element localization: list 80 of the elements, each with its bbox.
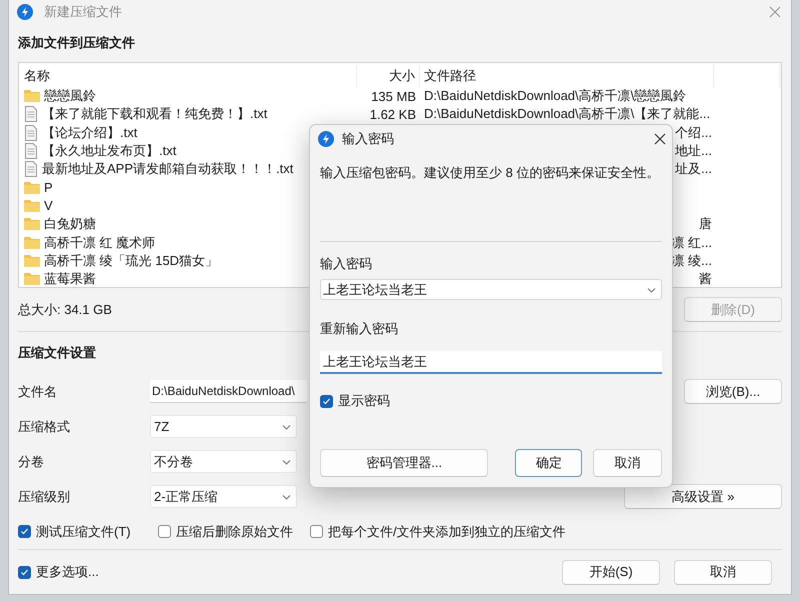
file-name[interactable]: 高桥千凛 红 魔术师 <box>44 234 156 252</box>
name-column-header[interactable]: 名称 <box>24 65 50 87</box>
app-icon <box>17 4 33 20</box>
window-title: 新建压缩文件 <box>44 3 123 21</box>
chevron-icon <box>282 458 291 464</box>
file-name[interactable]: 【论坛介绍】.txt <box>42 124 138 142</box>
file-name[interactable]: 最新地址及APP请发邮箱自动获取！！！.txt <box>42 160 294 178</box>
file-path: D:\BaiduNetdiskDownload\高桥千凛\戀戀風鈴 <box>424 87 686 106</box>
file-icon <box>24 106 38 122</box>
file-path: 酱 <box>699 270 712 287</box>
file-name[interactable]: 【永久地址发布页】.txt <box>42 142 176 160</box>
field-label: 重新输入密码 <box>320 321 398 336</box>
filename-field[interactable]: D:\BaiduNetdiskDownload\ <box>150 380 307 403</box>
folder-icon <box>24 89 40 104</box>
path-column-header[interactable]: 文件路径 <box>424 65 476 87</box>
dialog-description: 输入压缩包密码。建议使用至少 8 位的密码来保证安全性。 <box>320 165 660 180</box>
folder-icon <box>24 236 40 250</box>
browse-button[interactable]: 浏览(B)... <box>684 379 782 404</box>
checkbox[interactable] <box>18 525 31 538</box>
close-icon <box>654 133 666 145</box>
file-size: 1.62 KB <box>370 106 416 122</box>
cancel-button[interactable]: 取消 <box>593 449 662 477</box>
cancel-button[interactable]: 取消 <box>674 560 772 584</box>
password-combo-field[interactable]: 上老王论坛当老王 <box>320 279 662 300</box>
password-manager-button[interactable]: 密码管理器... <box>320 449 488 477</box>
file-path: 个绍... <box>675 124 712 142</box>
file-icon <box>24 143 38 160</box>
folder-icon <box>24 180 40 195</box>
checkbox-label: 显示密码 <box>338 392 390 410</box>
confirm-password-field[interactable]: 上老王论坛当老王 <box>320 351 662 374</box>
file-size: 135 MB <box>371 88 416 104</box>
folder-icon <box>24 272 40 286</box>
chevron-icon <box>647 287 656 293</box>
app-icon <box>318 131 334 147</box>
checkbox-label: 更多选项... <box>36 563 99 581</box>
size-column-header[interactable]: 大小 <box>389 65 415 87</box>
start-button[interactable]: 开始(S) <box>562 560 660 584</box>
close-icon <box>769 6 781 18</box>
checkbox-label: 把每个文件/文件夹添加到独立的压缩文件 <box>328 522 566 540</box>
field-label: 输入密码 <box>320 256 372 271</box>
checkbox[interactable] <box>158 525 171 538</box>
dialog-title: 输入密码 <box>342 130 395 148</box>
folder-icon <box>24 217 40 232</box>
section-heading: 压缩文件设置 <box>18 344 96 362</box>
file-name[interactable]: 蓝莓果酱 <box>44 270 96 287</box>
field-label: 压缩级别 <box>18 488 71 506</box>
check-icon <box>20 527 29 536</box>
ok-button[interactable]: 确定 <box>515 449 582 477</box>
field-label: 文件名 <box>18 382 58 400</box>
checkbox[interactable] <box>320 394 333 408</box>
dropdown[interactable]: 2-正常压缩 <box>150 485 297 508</box>
file-name[interactable]: 戀戀風鈴 <box>44 87 96 106</box>
chevron-icon <box>282 494 291 500</box>
dropdown[interactable]: 不分卷 <box>150 450 297 473</box>
file-icon <box>24 124 38 141</box>
file-path: 址及... <box>675 160 712 178</box>
checkbox-label: 测试压缩文件(T) <box>36 522 131 540</box>
chevron-icon <box>282 424 291 430</box>
file-path: D:\BaiduNetdiskDownload\高桥千凛\【来了就能... <box>424 105 710 124</box>
dropdown[interactable]: 7Z <box>150 415 297 438</box>
file-name[interactable]: 高桥千凛 绫「琉光 15D猫女」 <box>44 252 218 270</box>
checkbox-label: 压缩后删除原始文件 <box>176 522 293 540</box>
file-name[interactable]: V <box>44 198 53 214</box>
check-icon <box>20 568 29 576</box>
file-name[interactable]: 白兔奶糖 <box>44 215 96 234</box>
field-label: 分卷 <box>18 452 45 470</box>
file-path: 地址... <box>675 142 712 160</box>
checkbox[interactable] <box>18 566 31 578</box>
field-label: 压缩格式 <box>18 418 71 436</box>
section-heading: 添加文件到压缩文件 <box>18 34 135 52</box>
file-path: 唐 <box>699 215 712 234</box>
folder-icon <box>24 198 40 213</box>
file-icon <box>24 161 38 178</box>
folder-icon <box>24 254 40 268</box>
file-name[interactable]: 【来了就能下载和观看！纯免费！】.txt <box>42 105 268 124</box>
advanced-settings-button[interactable]: 高级设置 » <box>624 484 782 509</box>
check-icon <box>322 396 331 406</box>
checkbox[interactable] <box>310 525 323 538</box>
file-name[interactable]: P <box>44 180 53 196</box>
total-size-text: 总大小: 34.1 GB <box>18 300 112 318</box>
